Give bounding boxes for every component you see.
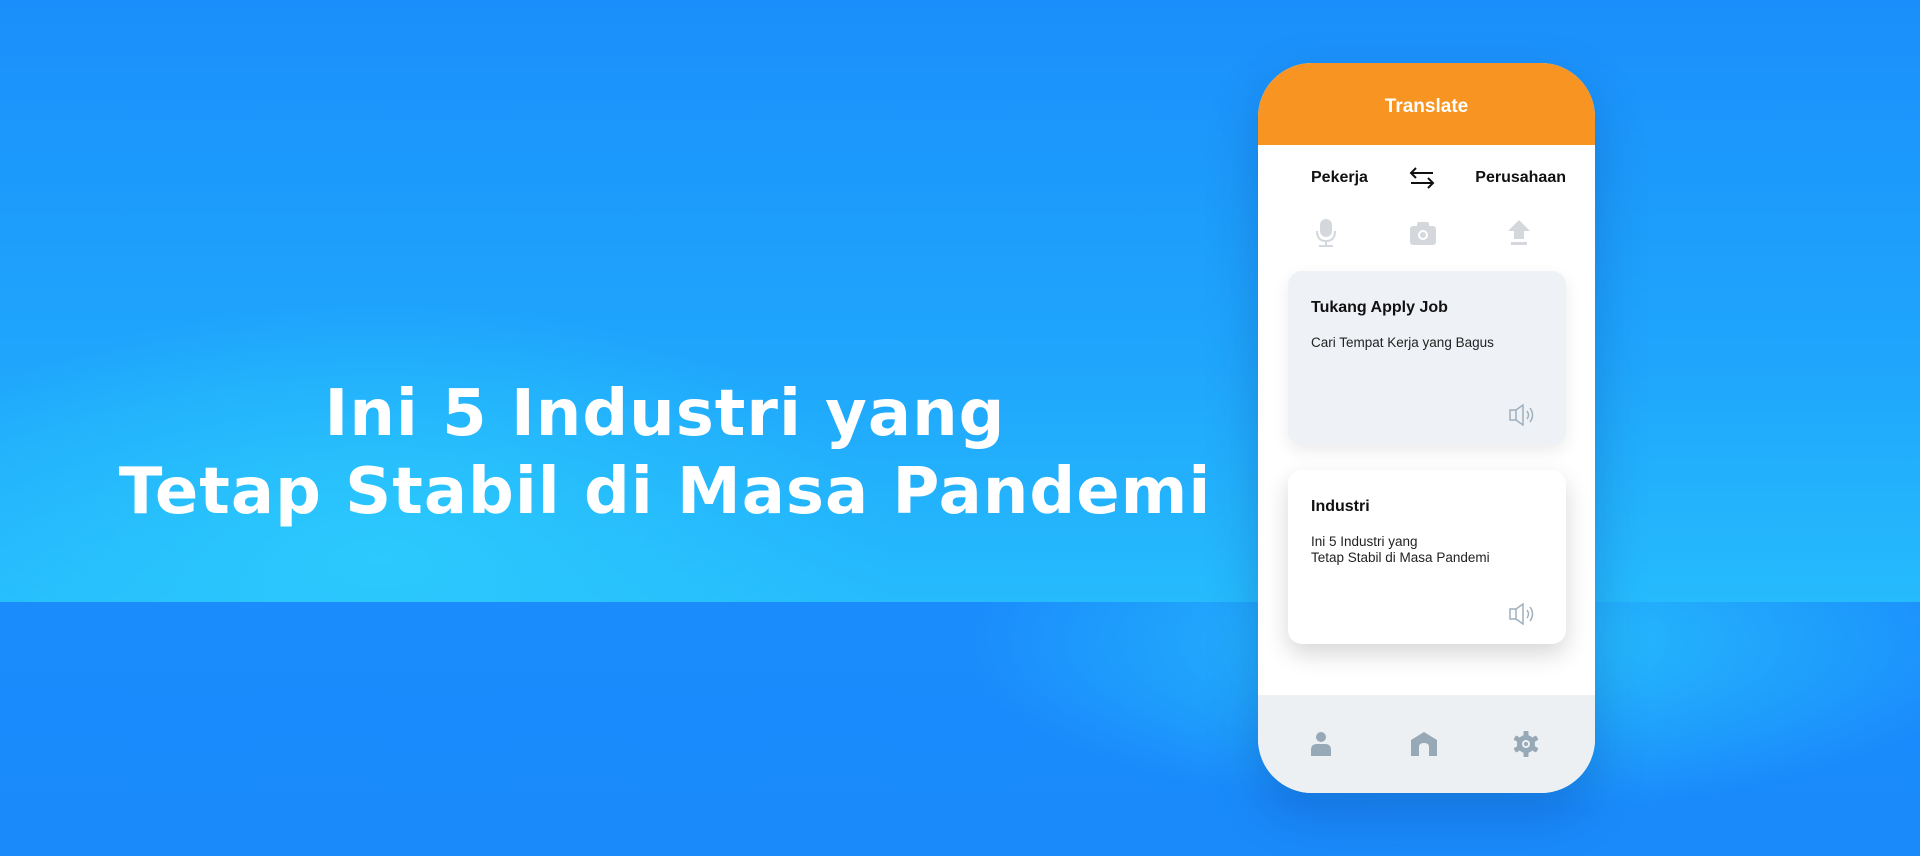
headline: Ini 5 Industri yang Tetap Stabil di Masa…	[60, 375, 1270, 531]
target-language-button[interactable]: Perusahaan	[1475, 169, 1566, 187]
gear-icon[interactable]	[1511, 729, 1541, 759]
headline-line-1: Ini 5 Industri yang	[324, 377, 1006, 451]
card-text: Cari Tempat Kerja yang Bagus	[1311, 335, 1494, 351]
language-selector: Pekerja Perusahaan	[1258, 145, 1595, 211]
camera-icon[interactable]	[1409, 218, 1437, 248]
speaker-icon[interactable]	[1508, 603, 1536, 625]
translation-card[interactable]: Industri Ini 5 Industri yang Tetap Stabi…	[1288, 470, 1566, 644]
card-text-line: Cari Tempat Kerja yang Bagus	[1311, 335, 1494, 350]
background-lower	[0, 602, 1920, 856]
card-text-line: Ini 5 Industri yang	[1311, 534, 1418, 549]
card-text: Ini 5 Industri yang Tetap Stabil di Masa…	[1311, 534, 1490, 566]
phone-mockup: Translate Pekerja Perusahaan Tukang Appl…	[1258, 63, 1595, 793]
input-tools	[1258, 211, 1595, 255]
translation-card[interactable]: Tukang Apply Job Cari Tempat Kerja yang …	[1288, 271, 1566, 445]
swap-arrows-icon[interactable]	[1407, 166, 1437, 190]
card-title: Industri	[1311, 498, 1370, 515]
upload-icon[interactable]	[1505, 218, 1533, 248]
headline-line-2: Tetap Stabil di Masa Pandemi	[118, 455, 1212, 529]
card-text-line: Tetap Stabil di Masa Pandemi	[1311, 550, 1490, 565]
app-header: Translate	[1258, 63, 1595, 145]
card-title: Tukang Apply Job	[1311, 299, 1448, 316]
microphone-icon[interactable]	[1312, 218, 1340, 248]
bottom-navigation	[1258, 695, 1595, 793]
user-icon[interactable]	[1306, 729, 1336, 759]
speaker-icon[interactable]	[1508, 404, 1536, 426]
source-language-button[interactable]: Pekerja	[1311, 169, 1368, 187]
home-icon[interactable]	[1409, 729, 1439, 759]
app-title: Translate	[1384, 96, 1469, 117]
